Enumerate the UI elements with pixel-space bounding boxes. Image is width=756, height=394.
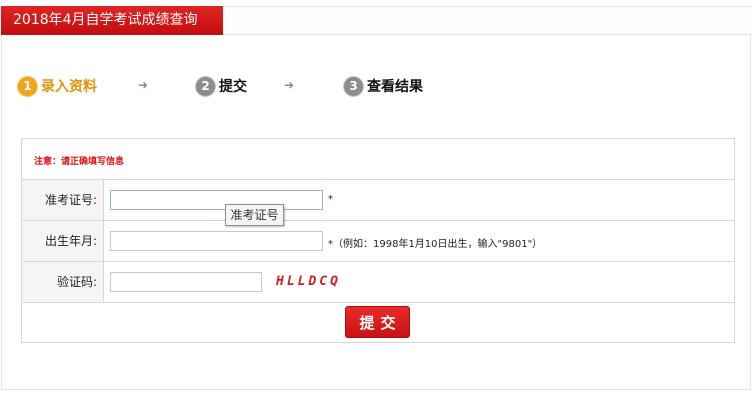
exam-number-tooltip: 准考证号: [225, 204, 284, 226]
step-1-number-icon: 1: [18, 76, 37, 96]
birth-date-input[interactable]: [110, 231, 323, 251]
form-notice: 注意：请正确填写信息: [22, 139, 734, 180]
step-2-number-icon: 2: [196, 76, 215, 96]
step-submit: 2 提交: [196, 76, 247, 96]
arrow-right-icon: ➜: [138, 78, 149, 92]
step-2-label: 提交: [219, 79, 247, 95]
captcha-label: 验证码:: [22, 262, 104, 302]
submit-button[interactable]: 提交: [345, 306, 410, 338]
step-1-label: 录入资料: [41, 79, 97, 95]
exam-number-required-mark: *: [328, 194, 333, 205]
birth-date-label: 出生年月:: [22, 221, 104, 261]
step-3-label: 查看结果: [367, 79, 423, 95]
exam-number-label: 准考证号:: [22, 180, 104, 220]
birth-date-row: 出生年月: *（例如：1998年1月10日出生，输入"9801"）: [22, 221, 734, 262]
captcha-row: 验证码: HLLDCQ: [22, 262, 734, 303]
captcha-input[interactable]: [110, 272, 262, 292]
page-title: 2018年4月自学考试成绩查询: [1, 6, 223, 35]
step-view-results: 3 查看结果: [344, 76, 423, 96]
exam-number-row: 准考证号: *: [22, 180, 734, 221]
exam-number-input[interactable]: [110, 190, 323, 210]
arrow-right-icon: ➜: [284, 78, 295, 92]
birth-date-hint: *（例如：1998年1月10日出生，输入"9801"）: [328, 239, 543, 250]
captcha-image[interactable]: HLLDCQ: [276, 274, 341, 289]
notice-text: 注意：请正确填写信息: [34, 157, 125, 167]
step-enter-info: 1 录入资料: [18, 76, 97, 96]
header-bar: 2018年4月自学考试成绩查询: [1, 6, 752, 35]
step-3-number-icon: 3: [344, 76, 363, 96]
